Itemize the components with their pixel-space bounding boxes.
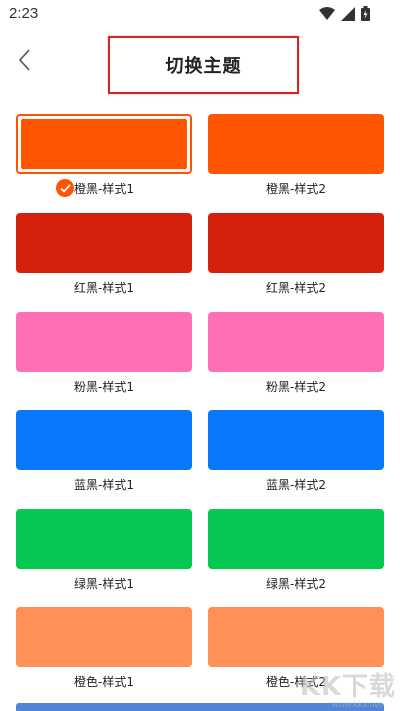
theme-swatch-4[interactable] [208, 213, 384, 273]
theme-swatch-3[interactable] [16, 213, 192, 273]
theme-label: 绿黑-样式2 [266, 577, 326, 591]
watermark-url: www.kkx.net [331, 699, 382, 709]
theme-swatch-10[interactable] [208, 509, 384, 569]
theme-label: 橙黑-样式2 [266, 182, 326, 196]
theme-swatch-12[interactable] [208, 607, 384, 667]
theme-label: 粉黑-样式2 [266, 380, 326, 394]
watermark: KK下载 www.kkx.net [299, 666, 396, 709]
theme-swatch-fill [21, 119, 187, 169]
theme-label: 粉黑-样式1 [74, 380, 134, 394]
theme-swatch-11[interactable] [16, 607, 192, 667]
theme-swatch-8[interactable] [208, 410, 384, 470]
theme-swatch-5[interactable] [16, 312, 192, 372]
theme-label: 绿黑-样式1 [74, 577, 134, 591]
theme-label: 蓝黑-样式2 [266, 478, 326, 492]
theme-label: 红黑-样式1 [74, 281, 134, 295]
theme-label: 橙黑-样式1 [74, 182, 134, 196]
next-theme-row-peek [16, 703, 384, 711]
checkmark-icon [56, 179, 74, 197]
theme-swatch-9[interactable] [16, 509, 192, 569]
theme-swatch-7[interactable] [16, 410, 192, 470]
theme-swatch-6[interactable] [208, 312, 384, 372]
theme-label: 橙色-样式1 [74, 675, 134, 689]
theme-swatch-1[interactable] [16, 114, 192, 174]
theme-swatch-2[interactable] [208, 114, 384, 174]
watermark-logo: KK下载 [299, 672, 396, 702]
theme-label: 红黑-样式2 [266, 281, 326, 295]
theme-label: 蓝黑-样式1 [74, 478, 134, 492]
theme-grid: 橙黑-样式1 橙黑-样式2 红黑-样式1 红黑-样式2 粉黑-样式1 粉黑-样式2 蓝黑-样… [0, 0, 400, 711]
